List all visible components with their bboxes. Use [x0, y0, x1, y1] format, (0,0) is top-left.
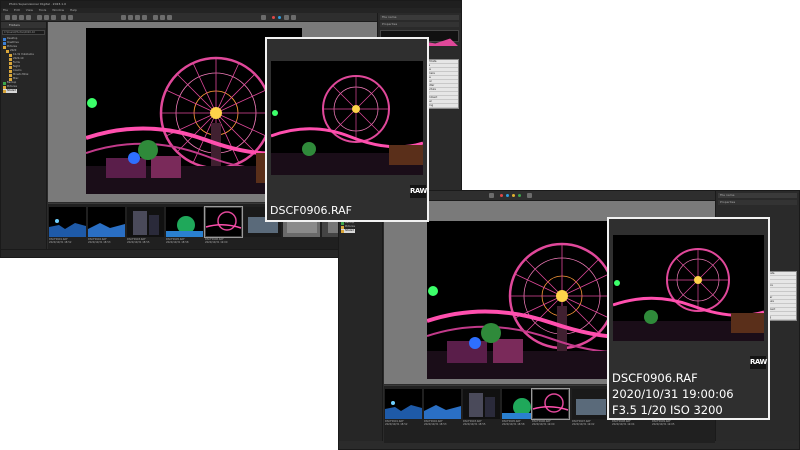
folder-icon [9, 61, 12, 65]
filter-icon[interactable] [527, 193, 532, 198]
move-icon[interactable] [68, 15, 73, 20]
thumbnail[interactable] [385, 389, 422, 419]
thumbnail-selected[interactable] [204, 206, 243, 238]
menu-tools[interactable]: Tools [39, 8, 46, 12]
folder-icon [3, 45, 6, 49]
side-tab-properties[interactable]: Properties [380, 22, 459, 27]
folder-icon [9, 65, 12, 69]
delete-icon[interactable] [51, 15, 56, 20]
menu-file[interactable]: File [3, 8, 8, 12]
share-icon[interactable] [167, 15, 172, 20]
rating-dots[interactable] [191, 252, 216, 256]
menu-help[interactable]: Help [70, 8, 77, 12]
tooltip-filename: DSCF0906.RAF [612, 371, 698, 385]
hover-preview-tooltip: RAW DSCF0906.RAF [265, 37, 429, 222]
thumbnail-caption: DSCF0906.RAF 2020/10/31 19:00 [532, 420, 555, 426]
thumbnail-caption: DSCF0902.RAF 2020/10/31 18:53 [424, 420, 447, 426]
map-icon[interactable] [153, 15, 158, 20]
rotate-icon[interactable] [44, 15, 49, 20]
preview-image [271, 61, 423, 175]
side-search-field[interactable]: File name [718, 193, 797, 198]
up-icon[interactable] [19, 15, 24, 20]
thumbnail[interactable] [88, 207, 125, 237]
menu-view[interactable]: View [26, 8, 33, 12]
print-icon[interactable] [160, 15, 165, 20]
title-bar: Photo Supervisioner Digital · 2023.1.0 [1, 1, 461, 8]
thumbnail-caption: DSCF0909.RAF 2020/10/31 19:05 [652, 420, 675, 426]
label-blue-icon[interactable] [506, 194, 509, 197]
label-yellow-icon[interactable] [512, 194, 515, 197]
copy-icon[interactable] [61, 15, 66, 20]
cloud-icon [3, 41, 6, 45]
thumbnail-caption: DSCF0908.RAF 2020/10/31 19:04 [612, 420, 635, 426]
thumbnail[interactable] [166, 207, 203, 237]
view-icon[interactable] [37, 15, 42, 20]
thumbnail-caption: DSCF0901.RAF 2020/10/31 18:52 [49, 238, 72, 244]
desktop-icon [3, 37, 6, 41]
label-blue-icon[interactable] [278, 16, 281, 19]
folder-icon [9, 53, 12, 57]
tooltip-datetime: 2020/10/31 19:00:06 [612, 387, 734, 401]
drive-icon [3, 81, 6, 85]
hover-preview-tooltip: RAW DSCF0906.RAF 2020/10/31 19:00:06 F3.… [607, 217, 770, 420]
folder-panel-title: Folders [1, 22, 46, 28]
folder-icon [6, 49, 9, 53]
path-field[interactable]: C:\Users\Photos\2020-10 [2, 30, 45, 35]
side-tab-properties[interactable]: Properties [718, 200, 797, 205]
side-search-field[interactable]: File name [380, 15, 459, 20]
back-icon[interactable] [5, 15, 10, 20]
slideshow-icon[interactable] [121, 15, 126, 20]
thumbnail[interactable] [127, 207, 164, 237]
label-red-icon[interactable] [272, 16, 275, 19]
thumbnail-selected[interactable] [531, 388, 570, 420]
label-green-icon[interactable] [518, 194, 521, 197]
filter-icon[interactable] [284, 15, 289, 20]
thumbnail-caption: DSCF0906.RAF 2020/10/31 19:00 [205, 238, 228, 244]
preview-image [613, 235, 764, 341]
folder-icon [341, 229, 344, 233]
menu-window[interactable]: Window [52, 8, 64, 12]
folder-icon [9, 69, 12, 73]
thumbnail[interactable] [424, 389, 461, 419]
sort-icon[interactable] [291, 15, 296, 20]
folder-panel: Ferris Night Cosmo Minato Mirai Misc Bac… [339, 201, 383, 441]
folder-icon [3, 89, 6, 93]
thumbnail-caption: DSCF0903.RAF 2020/10/31 18:55 [463, 420, 486, 426]
thumbnail-caption: DSCF0905.RAF 2020/10/31 18:58 [166, 238, 189, 244]
search-icon[interactable] [489, 193, 494, 198]
grid-icon[interactable] [135, 15, 140, 20]
tree-item-selected[interactable]: Shared [3, 89, 17, 93]
composite-screenshot: Photo Supervisioner Digital · 2023.1.0 F… [0, 0, 800, 450]
thumbnail-caption: DSCF0902.RAF 2020/10/31 18:53 [88, 238, 111, 244]
thumbnail-caption: DSCF0903.RAF 2020/10/31 18:55 [127, 238, 150, 244]
menu-edit[interactable]: Edit [14, 8, 20, 12]
folder-icon [341, 225, 344, 229]
raw-badge: RAW [750, 356, 767, 369]
thumbnail[interactable] [572, 389, 609, 419]
label-red-icon[interactable] [500, 194, 503, 197]
search-icon[interactable] [261, 15, 266, 20]
tooltip-filename: DSCF0906.RAF [270, 204, 353, 217]
folder-icon [9, 57, 12, 61]
raw-badge: RAW [410, 185, 427, 198]
folder-icon [3, 85, 6, 89]
tree-item-selected[interactable]: Shared [341, 229, 355, 233]
forward-icon[interactable] [12, 15, 17, 20]
thumbnail[interactable] [49, 207, 86, 237]
thumbnail[interactable] [463, 389, 500, 419]
refresh-icon[interactable] [26, 15, 31, 20]
tag-icon[interactable] [142, 15, 147, 20]
folder-panel: Folders C:\Users\Photos\2020-10 Desktop … [1, 22, 47, 249]
tooltip-exposure: F3.5 1/20 ISO 3200 [612, 403, 723, 417]
thumbnail-caption: DSCF0907.RAF 2020/10/31 19:02 [572, 420, 595, 426]
thumbnail-caption: DSCF0901.RAF 2020/10/31 18:52 [385, 420, 408, 426]
folder-icon [9, 73, 12, 77]
compare-icon[interactable] [128, 15, 133, 20]
